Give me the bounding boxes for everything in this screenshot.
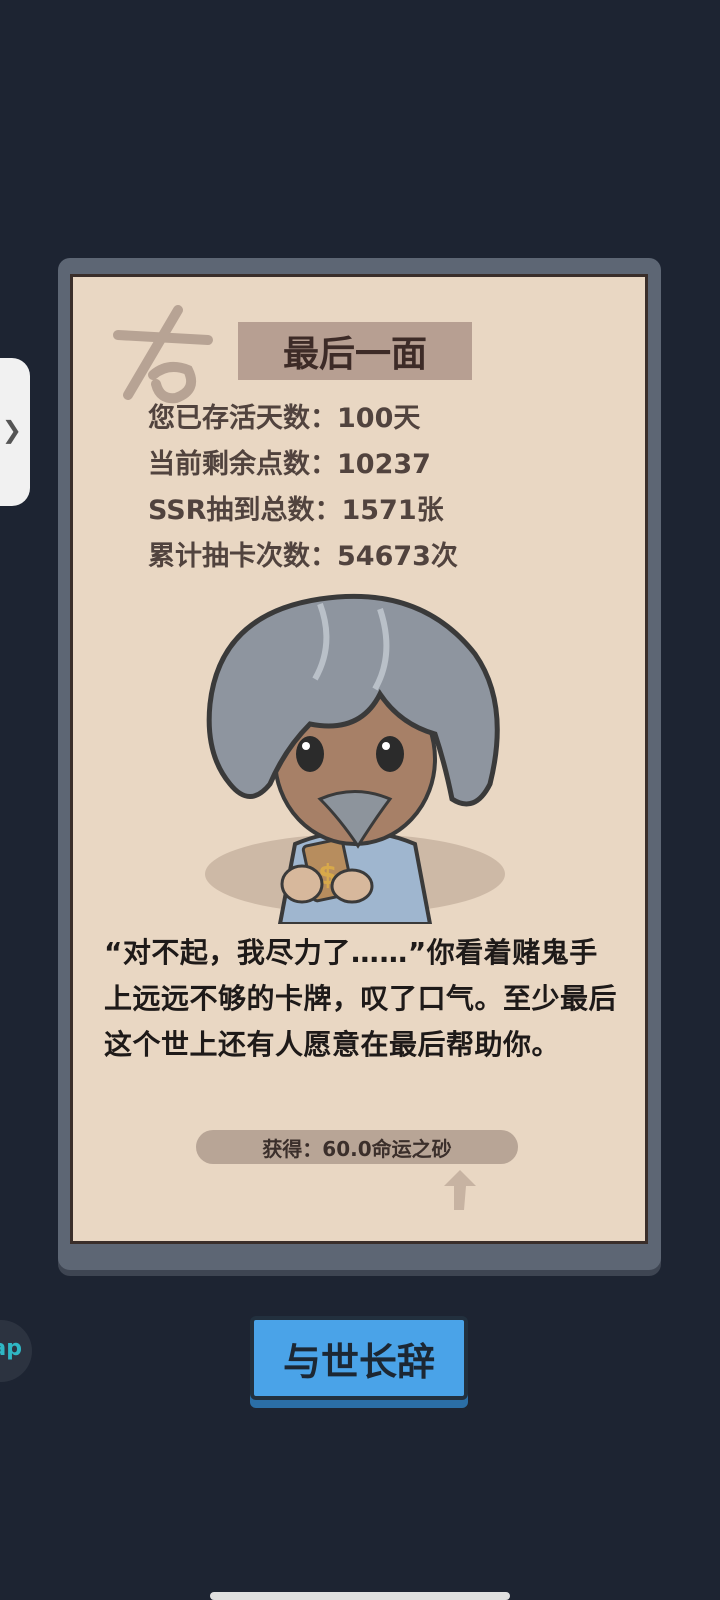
stat-label: 累计抽卡次数： — [148, 541, 337, 572]
gambler-character-illustration: $ — [205, 593, 505, 924]
stat-label: 当前剩余点数： — [148, 449, 337, 480]
floating-assistant-button[interactable]: ap — [0, 1320, 32, 1382]
up-arrow-icon — [444, 1170, 476, 1210]
stat-value: 54673次 — [337, 541, 458, 572]
page-title: 最后一面 — [238, 322, 472, 380]
stat-ssr-total: SSR抽到总数：1571张 — [148, 488, 458, 534]
stat-label: 您已存活天数： — [148, 403, 337, 434]
floating-button-label: ap — [0, 1336, 22, 1361]
stat-total-draws: 累计抽卡次数：54673次 — [148, 534, 458, 580]
stat-label: SSR抽到总数： — [148, 495, 342, 526]
side-drawer-handle[interactable]: ❯ — [0, 358, 30, 506]
stat-value: 1571张 — [341, 495, 444, 526]
stat-value: 10237 — [337, 449, 431, 480]
home-indicator[interactable] — [210, 1592, 510, 1600]
stat-days-survived: 您已存活天数：100天 — [148, 396, 458, 442]
stat-remaining-points: 当前剩余点数：10237 — [148, 442, 458, 488]
farewell-button[interactable]: 与世长辞 — [250, 1316, 468, 1400]
chevron-right-icon: ❯ — [1, 416, 22, 444]
stats-list: 您已存活天数：100天 当前剩余点数：10237 SSR抽到总数：1571张 累… — [148, 396, 458, 580]
stat-value: 100天 — [337, 403, 421, 434]
ink-stamp-icon — [113, 305, 213, 404]
story-text: “对不起，我尽力了……”你看着赌鬼手上远远不够的卡牌，叹了口气。至少最后这个世上… — [104, 936, 618, 1061]
reward-pill: 获得：60.0命运之砂 — [196, 1130, 518, 1164]
